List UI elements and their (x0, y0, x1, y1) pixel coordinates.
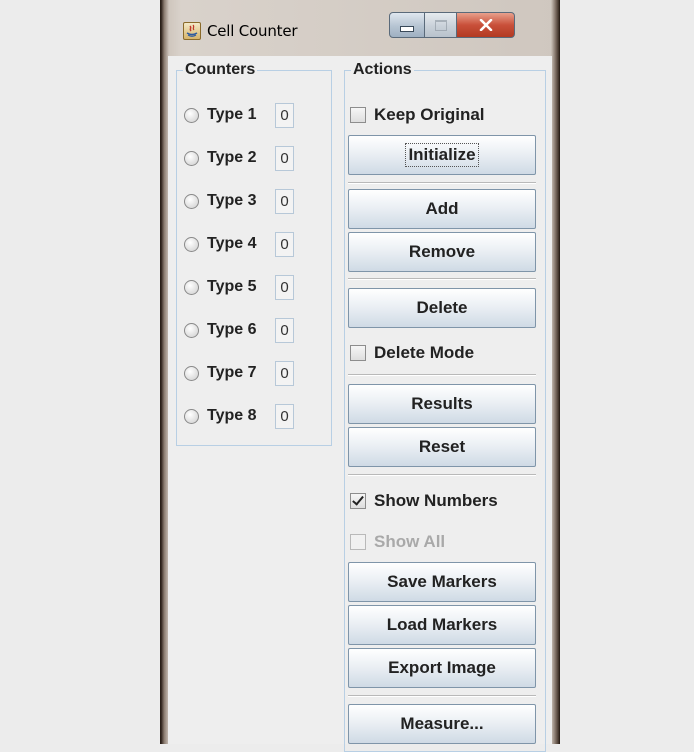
show-numbers-checkbox[interactable] (350, 493, 366, 509)
add-button[interactable]: Add (348, 189, 536, 229)
initialize-label: Initialize (405, 143, 479, 167)
close-button[interactable] (457, 12, 515, 38)
type-row-5[interactable]: Type 5 0 (184, 274, 294, 300)
remove-label: Remove (408, 242, 476, 261)
close-icon (479, 19, 492, 31)
delete-label: Delete (416, 298, 468, 317)
delete-mode-checkbox[interactable] (350, 345, 366, 361)
type-count: 0 (275, 231, 294, 257)
type-count: 0 (275, 188, 294, 214)
separator (348, 374, 536, 376)
window-frame-right (551, 0, 559, 744)
reset-label: Reset (418, 437, 466, 456)
type-count: 0 (275, 274, 294, 300)
delete-mode-checkbox-row[interactable]: Delete Mode (350, 341, 474, 365)
type-count: 0 (275, 403, 294, 429)
type-count: 0 (275, 145, 294, 171)
initialize-button[interactable]: Initialize (348, 135, 536, 175)
keep-original-checkbox-row[interactable]: Keep Original (350, 103, 485, 127)
save-markers-button[interactable]: Save Markers (348, 562, 536, 602)
type-label: Type 2 (207, 149, 257, 166)
type-label: Type 4 (207, 235, 257, 252)
type-4-radio[interactable] (184, 236, 199, 252)
keep-original-label: Keep Original (374, 105, 485, 124)
type-6-radio[interactable] (184, 322, 199, 338)
type-row-6[interactable]: Type 6 0 (184, 317, 294, 343)
show-all-label: Show All (374, 532, 446, 551)
counters-legend: Counters (185, 61, 256, 78)
type-count: 0 (275, 102, 294, 128)
window-title: Cell Counter (207, 22, 298, 40)
type-7-radio[interactable] (184, 365, 199, 381)
java-app-icon (183, 22, 201, 40)
type-row-4[interactable]: Type 4 0 (184, 231, 294, 257)
remove-button[interactable]: Remove (348, 232, 536, 272)
type-label: Type 7 (207, 364, 257, 381)
show-all-checkbox-row[interactable]: Show All (350, 530, 445, 554)
type-row-3[interactable]: Type 3 0 (184, 188, 294, 214)
results-label: Results (411, 394, 473, 413)
type-row-2[interactable]: Type 2 0 (184, 145, 294, 171)
results-button[interactable]: Results (348, 384, 536, 424)
title-bar[interactable]: Cell Counter (169, 0, 551, 50)
type-8-radio[interactable] (184, 408, 199, 424)
window-controls (389, 12, 515, 40)
client-area: Counters Type 1 0 Type 2 0 Type 3 0 Type… (168, 56, 552, 752)
show-numbers-label: Show Numbers (374, 491, 498, 510)
type-count: 0 (275, 360, 294, 386)
show-numbers-checkbox-row[interactable]: Show Numbers (350, 489, 498, 513)
type-count: 0 (275, 317, 294, 343)
delete-mode-label: Delete Mode (374, 343, 475, 362)
type-label: Type 1 (207, 106, 257, 123)
delete-button[interactable]: Delete (348, 288, 536, 328)
reset-button[interactable]: Reset (348, 427, 536, 467)
type-label: Type 8 (207, 407, 257, 424)
separator (348, 278, 536, 280)
measure-label: Measure... (400, 714, 484, 733)
type-row-7[interactable]: Type 7 0 (184, 360, 294, 386)
maximize-button[interactable] (425, 12, 457, 38)
export-image-label: Export Image (388, 658, 496, 677)
export-image-button[interactable]: Export Image (348, 648, 536, 688)
type-label: Type 3 (207, 192, 257, 209)
type-row-8[interactable]: Type 8 0 (184, 403, 294, 429)
type-label: Type 5 (207, 278, 257, 295)
maximize-icon (434, 19, 447, 31)
separator (348, 474, 536, 476)
separator (348, 182, 536, 184)
save-markers-label: Save Markers (387, 572, 497, 591)
type-5-radio[interactable] (184, 279, 199, 295)
load-markers-button[interactable]: Load Markers (348, 605, 536, 645)
minimize-icon (400, 26, 414, 32)
load-markers-label: Load Markers (386, 615, 498, 634)
actions-legend: Actions (353, 61, 412, 78)
add-label: Add (425, 199, 459, 218)
type-3-radio[interactable] (184, 193, 199, 209)
minimize-button[interactable] (389, 12, 425, 38)
type-1-radio[interactable] (184, 107, 199, 123)
keep-original-checkbox[interactable] (350, 107, 366, 123)
show-all-checkbox[interactable] (350, 534, 366, 550)
separator (348, 695, 536, 697)
measure-button[interactable]: Measure... (348, 704, 536, 744)
type-2-radio[interactable] (184, 150, 199, 166)
type-row-1[interactable]: Type 1 0 (184, 102, 294, 128)
type-label: Type 6 (207, 321, 257, 338)
